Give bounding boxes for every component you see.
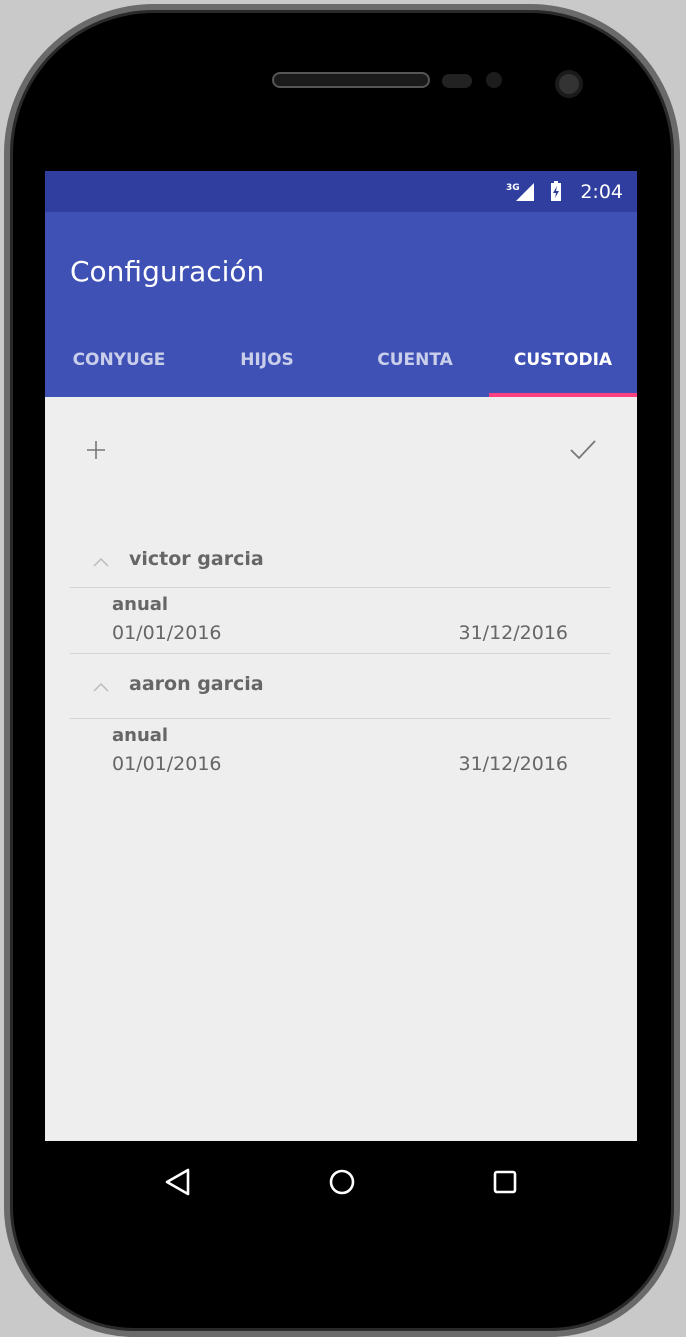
custody-type: anual [112, 594, 169, 615]
custody-entry[interactable]: anual 01/01/2016 31/12/2016 [70, 588, 610, 654]
status-time: 2:04 [580, 181, 623, 203]
group-name: victor garcia [129, 548, 264, 570]
status-bar: 3G 2:04 [45, 171, 637, 212]
proximity-sensor [442, 74, 472, 88]
tab-hijos[interactable]: HIJOS [193, 322, 341, 397]
end-date: 31/12/2016 [458, 622, 568, 644]
recents-icon[interactable] [491, 1168, 519, 1196]
app-bar: Configuración CONYUGE HIJOS CUENTA CUSTO… [45, 212, 637, 397]
group-header[interactable]: victor garcia [70, 532, 610, 588]
front-camera [555, 70, 583, 98]
light-sensor [486, 72, 502, 88]
signal-icon: 3G [506, 183, 534, 201]
chevron-up-icon [93, 682, 109, 692]
network-type-label: 3G [506, 183, 520, 193]
custody-group: victor garcia anual 01/01/2016 31/12/201… [70, 532, 610, 654]
back-icon[interactable] [163, 1167, 193, 1197]
tab-conyuge[interactable]: CONYUGE [45, 322, 193, 397]
battery-icon [551, 181, 561, 201]
end-date: 31/12/2016 [458, 753, 568, 775]
plus-icon[interactable] [79, 433, 113, 467]
custody-group: aaron garcia anual 01/01/2016 31/12/2016 [70, 655, 610, 785]
start-date: 01/01/2016 [112, 622, 222, 644]
custody-entry[interactable]: anual 01/01/2016 31/12/2016 [70, 719, 610, 785]
app-screen: 3G 2:04 Configuración CONYUGE HIJOS CUEN… [45, 171, 637, 1141]
tab-custodia[interactable]: CUSTODIA [489, 322, 637, 397]
group-header[interactable]: aaron garcia [70, 655, 610, 719]
custody-type: anual [112, 725, 169, 746]
earpiece-speaker [272, 72, 430, 88]
tab-cuenta[interactable]: CUENTA [341, 322, 489, 397]
system-nav-bar [45, 1141, 637, 1221]
home-icon[interactable] [327, 1167, 357, 1197]
check-icon[interactable] [563, 433, 603, 467]
custody-content: victor garcia anual 01/01/2016 31/12/201… [45, 397, 637, 1141]
tab-bar: CONYUGE HIJOS CUENTA CUSTODIA [45, 322, 637, 397]
start-date: 01/01/2016 [112, 753, 222, 775]
page-title: Configuración [70, 255, 265, 288]
group-name: aaron garcia [129, 673, 264, 695]
chevron-up-icon [93, 557, 109, 567]
